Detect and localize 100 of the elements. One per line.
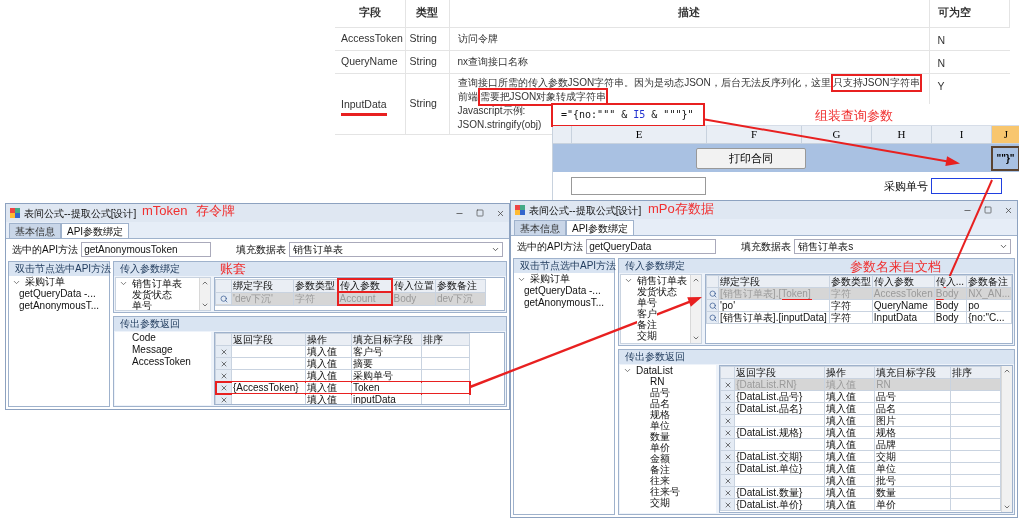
column-header[interactable]: J	[991, 126, 1019, 143]
column-header[interactable]: 绑定字段	[718, 275, 830, 288]
search-button[interactable]	[707, 288, 719, 299]
column-header[interactable]: 参数类型	[293, 279, 338, 292]
spreadsheet-cell[interactable]: ""}"	[991, 145, 1019, 171]
remove-button[interactable]	[216, 382, 231, 393]
tree-item[interactable]: 销售订单表	[637, 275, 687, 286]
scrollbar[interactable]	[690, 275, 701, 343]
column-header[interactable]: 参数备注	[966, 275, 1012, 288]
tree-item[interactable]: 往来号	[650, 486, 680, 497]
tree-item[interactable]: getAnonymousT...	[19, 300, 100, 312]
column-header[interactable]: 传入位置	[391, 279, 436, 292]
tree-item[interactable]: 品号	[650, 387, 670, 398]
tree-item[interactable]: 单价	[650, 442, 670, 453]
column-header[interactable]: 参数类型	[829, 275, 873, 288]
tree-item[interactable]: 交期	[650, 497, 670, 508]
tree-item[interactable]: RN	[650, 376, 665, 387]
scroll-up-icon[interactable]	[1003, 367, 1011, 375]
column-header[interactable]: 操作	[305, 333, 352, 346]
remove-button[interactable]	[721, 415, 735, 426]
column-header[interactable]: 返回字段	[734, 366, 825, 379]
column-header[interactable]: 排序	[421, 333, 470, 346]
remove-button[interactable]	[721, 499, 735, 510]
remove-button[interactable]	[721, 475, 735, 486]
tree-item[interactable]: 单号	[132, 300, 152, 310]
api-method-field[interactable]: getAnonymousToken	[81, 241, 212, 257]
remove-button[interactable]	[216, 370, 231, 381]
remove-button[interactable]	[721, 403, 735, 414]
search-button[interactable]	[707, 300, 719, 311]
tree-item[interactable]: getQueryData -...	[19, 288, 96, 300]
table-row[interactable]: {AccessToken} 填入值 Token	[215, 381, 470, 394]
column-header[interactable]: 参数备注	[435, 279, 486, 292]
maximize-icon[interactable]	[476, 209, 484, 217]
scroll-down-icon[interactable]	[201, 301, 209, 309]
remove-button[interactable]	[721, 463, 735, 474]
tree-item[interactable]: Code	[132, 332, 156, 344]
remove-button[interactable]	[216, 358, 231, 369]
remove-button[interactable]	[721, 451, 735, 462]
tree-item[interactable]: 销售订单表	[132, 278, 182, 289]
tree-item[interactable]: 发货状态	[132, 289, 172, 300]
tree-item[interactable]: DataList	[636, 365, 673, 376]
tree-item[interactable]: 采购订单	[25, 276, 65, 288]
formula-bar[interactable]: ="{no:""" & I5 & """}"	[553, 104, 703, 125]
column-header[interactable]: 填充目标字段	[351, 333, 422, 346]
close-icon[interactable]	[496, 208, 505, 218]
tree-item[interactable]: Message	[132, 344, 173, 356]
column-header[interactable]: 填充目标字段	[874, 366, 951, 379]
tree-item[interactable]: 备注	[637, 319, 657, 330]
print-contract-button[interactable]: 打印合同	[696, 147, 806, 169]
tree-item[interactable]: 采购订单	[530, 273, 570, 285]
tab[interactable]: API参数绑定	[566, 220, 635, 235]
spreadsheet-cell[interactable]	[571, 177, 706, 195]
scroll-up-icon[interactable]	[201, 279, 209, 287]
column-header[interactable]: 传入...	[934, 275, 967, 288]
tree-item[interactable]: 数量	[650, 431, 670, 442]
scrollbar[interactable]	[1001, 366, 1012, 512]
maximize-icon[interactable]	[984, 206, 992, 214]
remove-button[interactable]	[721, 439, 735, 450]
tree-item[interactable]: 单号	[637, 297, 657, 308]
tree-item[interactable]: 备注	[650, 464, 670, 475]
caret-icon[interactable]	[119, 279, 128, 288]
remove-button[interactable]	[721, 379, 735, 390]
tree-item[interactable]: getAnonymousT...	[524, 297, 605, 309]
scroll-down-icon[interactable]	[1003, 503, 1011, 511]
remove-button[interactable]	[721, 391, 735, 402]
search-button[interactable]	[707, 312, 719, 323]
column-header[interactable]: 传入参数	[872, 275, 935, 288]
tab[interactable]: 基本信息	[9, 223, 61, 238]
close-icon[interactable]	[1004, 205, 1013, 215]
api-method-field[interactable]: getQueryData	[586, 238, 717, 254]
column-header[interactable]: 排序	[950, 366, 1001, 379]
column-header[interactable]: 传入参数	[337, 279, 392, 292]
tab[interactable]: API参数绑定	[61, 223, 130, 238]
table-dropdown[interactable]: 销售订单表	[289, 241, 503, 257]
column-header[interactable]: 返回字段	[231, 333, 306, 346]
tree-item[interactable]: getQueryData -...	[524, 285, 601, 297]
tree-item[interactable]: 规格	[650, 409, 670, 420]
scroll-down-icon[interactable]	[692, 334, 700, 342]
tab[interactable]: 基本信息	[514, 220, 566, 235]
tree-item[interactable]: 发货状态	[637, 286, 677, 297]
remove-button[interactable]	[216, 394, 231, 404]
caret-icon[interactable]	[623, 366, 632, 375]
tree-item[interactable]: AccessToken	[132, 356, 191, 368]
remove-button[interactable]	[721, 427, 735, 438]
scroll-up-icon[interactable]	[692, 276, 700, 284]
search-button[interactable]	[216, 293, 231, 304]
tree-item[interactable]: 金额	[650, 453, 670, 464]
caret-icon[interactable]	[624, 276, 633, 285]
tree-item[interactable]: 单位	[650, 420, 670, 431]
remove-button[interactable]	[216, 346, 231, 357]
tree-item[interactable]: 往来	[650, 475, 670, 486]
column-header[interactable]: 绑定字段	[231, 279, 294, 292]
tree-item[interactable]: 品名	[650, 398, 670, 409]
table-dropdown[interactable]: 销售订单表s	[794, 238, 1011, 254]
tree-item[interactable]: 交期	[637, 330, 657, 341]
scrollbar[interactable]	[199, 278, 210, 310]
column-header[interactable]: 操作	[824, 366, 875, 379]
remove-button[interactable]	[721, 487, 735, 498]
spreadsheet-cell[interactable]	[931, 178, 1002, 194]
tree-item[interactable]: 客户	[637, 308, 657, 319]
